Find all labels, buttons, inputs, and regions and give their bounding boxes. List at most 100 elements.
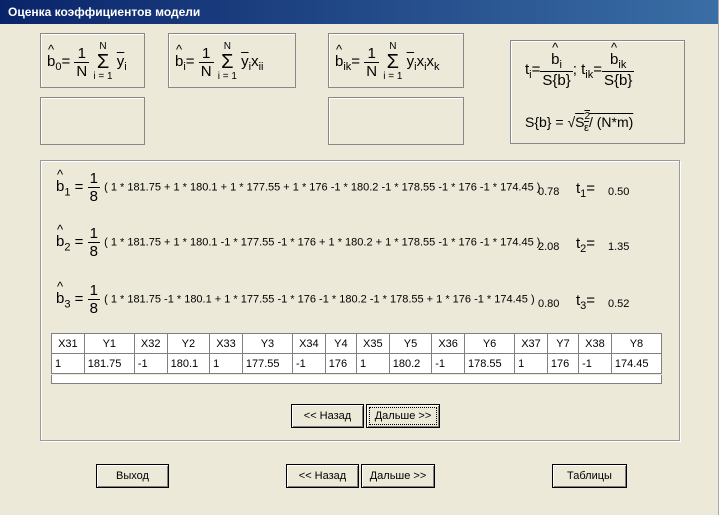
formula-bik-box: bik= 1N NΣi = 1 yixixk [328, 33, 464, 88]
equation-b3: b3 = 18 ( 1 * 181.75 -1 * 180.1 + 1 * 17… [56, 279, 656, 317]
table-cell[interactable]: 178.55 [464, 353, 516, 374]
equation-b2-value: 2.08 [538, 241, 560, 253]
next-button[interactable]: Дальше >> [361, 464, 435, 488]
formula-bi-box: bi= 1N NΣi = 1 yixii [168, 33, 296, 88]
table-header-cell: Y7 [546, 333, 580, 354]
table-cell[interactable]: -1 [431, 353, 466, 374]
equation-b2-lhs: b [56, 222, 64, 250]
equation-b1-value: 0.78 [538, 186, 560, 198]
formula-bi-term: y [241, 52, 249, 70]
formula-bi-den: N [200, 62, 212, 80]
equation-b3-value: 0.80 [538, 298, 560, 310]
table-cell[interactable]: -1 [291, 353, 326, 374]
formula-t-tik-sub: ik [585, 68, 594, 81]
formula-b0-num: 1 [74, 45, 90, 63]
equation-b3-expr: ( 1 * 181.75 -1 * 180.1 + 1 * 177.55 -1 … [104, 293, 535, 306]
equation-b2-lhs-sub: 2 [64, 241, 71, 254]
table-cell[interactable]: 176 [546, 353, 580, 374]
table-cell[interactable]: 180.2 [388, 353, 433, 374]
formula-bi-term2-sub: ii [258, 60, 264, 73]
background-window-edge [718, 0, 728, 515]
formula-t-box: ti=biS{b}; tik=bikS{b} S{b} = √S2ε/ (N*m… [510, 40, 685, 144]
inner-back-button[interactable]: << Назад [291, 404, 364, 428]
equation-b2-den: 8 [89, 243, 98, 260]
table-cell[interactable]: 1 [355, 353, 390, 374]
table-header-cell: X34 [291, 333, 326, 354]
formula-b0-box: b0= 1N NΣi = 1 yi [40, 33, 145, 88]
formula-bik-term3: x [426, 52, 435, 70]
table-row[interactable]: 1 181.75 -1 180.1 1 177.55 -1 176 1 180.2 -1 178.55… [51, 353, 663, 374]
table-header-cell: X32 [133, 333, 168, 354]
formula-bik-num: 1 [364, 45, 380, 63]
formula-bik-den: N [366, 62, 378, 80]
b0-result-box [40, 97, 145, 145]
equation-b1-t-value: 0.50 [608, 186, 630, 198]
equation-b1-den: 8 [89, 188, 98, 205]
window-title: Оценка коэффициентов модели [0, 0, 718, 24]
equation-b3-num: 1 [87, 282, 100, 300]
equation-b3-t-value: 0.52 [608, 298, 630, 310]
table-cell[interactable]: 1 [209, 353, 243, 374]
table-cell[interactable]: -1 [133, 353, 168, 374]
table-cell[interactable]: -1 [578, 353, 612, 374]
table-header-cell: Y8 [610, 333, 663, 354]
equation-b2-t-value: 1.35 [608, 241, 630, 253]
equation-b2-expr: ( 1 * 181.75 + 1 * 180.1 -1 * 177.55 -1 … [104, 236, 541, 249]
equation-b1-num: 1 [87, 170, 100, 188]
table-header-cell: X38 [578, 333, 612, 354]
equation-b3-t-eq: = [586, 292, 596, 309]
equation-b1-t-eq: = [586, 180, 596, 197]
formula-t-bi: b [551, 40, 559, 68]
equation-b2: b2 = 18 ( 1 * 181.75 + 1 * 180.1 -1 * 17… [56, 222, 656, 260]
tables-button[interactable]: Таблицы [552, 464, 627, 488]
formula-bik-term2: x [416, 52, 425, 70]
formula-bik-eq: = [351, 52, 361, 70]
formula-t-ti-sub: i [529, 68, 532, 81]
exit-button[interactable]: Выход [96, 464, 169, 488]
table-header-cell: X33 [209, 333, 243, 354]
table-header-cell: X35 [355, 333, 390, 354]
formula-sb-tail: / (N*m) [588, 114, 634, 130]
equation-b3-lhs-sub: 3 [64, 298, 71, 311]
table-cell[interactable]: 1 [51, 353, 85, 374]
formula-t-sb1: S{b} [542, 72, 571, 89]
table-header-cell: X36 [431, 333, 466, 354]
equation-b1-lhs-sub: 1 [64, 186, 71, 199]
equation-b1-expr: ( 1 * 181.75 + 1 * 180.1 + 1 * 177.55 + … [104, 181, 541, 194]
inner-next-button[interactable]: Дальше >> [366, 404, 440, 428]
formula-bik-term3-sub: k [434, 60, 440, 73]
equation-b1-lhs: b [56, 167, 64, 195]
table-cell[interactable]: 1 [514, 353, 548, 374]
formula-bi-sum-bot: i = 1 [217, 71, 237, 82]
table-cell[interactable]: 174.45 [610, 353, 663, 374]
equation-b3-lhs: b [56, 279, 64, 307]
formula-b0-lhs: b [47, 42, 55, 70]
table-scroll-area[interactable] [51, 375, 662, 384]
table-cell[interactable]: 176 [324, 353, 357, 374]
formula-t-sep: ; [572, 60, 577, 78]
formula-b0-eq: = [61, 52, 71, 70]
table-header-row: X31 Y1 X32 Y2 X33 Y3 X34 Y4 X35 Y5 X36 Y6 X37 Y7 X38 Y8 [51, 333, 663, 354]
table-header-cell: Y3 [241, 333, 293, 354]
formula-bi-term2: x [251, 52, 259, 70]
table-header-cell: Y6 [464, 333, 516, 354]
table-header-cell: Y5 [388, 333, 433, 354]
formula-sb-lhs: S{b} = [525, 114, 568, 130]
table-cell[interactable]: 181.75 [83, 353, 135, 374]
formula-bi-eq: = [185, 52, 195, 70]
formula-bik-term: y [406, 52, 415, 70]
formula-b0-sum-bot: i = 1 [93, 71, 113, 82]
table-cell[interactable]: 180.1 [166, 353, 211, 374]
formula-bik-sum-bot: i = 1 [383, 71, 403, 82]
equation-b1: b1 = 18 ( 1 * 181.75 + 1 * 180.1 + 1 * 1… [56, 167, 656, 205]
formula-b0-den: N [76, 62, 88, 80]
back-button[interactable]: << Назад [286, 464, 359, 488]
formula-t-bi-sub: i [559, 59, 562, 71]
equation-b2-t-eq: = [586, 235, 596, 252]
formula-bi-lhs: b [175, 42, 183, 70]
table-cell[interactable]: 177.55 [241, 353, 293, 374]
formula-b0-term-sub: i [124, 60, 127, 73]
bik-result-box [328, 97, 464, 145]
table-header-cell: Y2 [166, 333, 211, 354]
data-table[interactable]: X31 Y1 X32 Y2 X33 Y3 X34 Y4 X35 Y5 X36 Y6 X37 Y7 X38 Y8… [51, 333, 663, 374]
